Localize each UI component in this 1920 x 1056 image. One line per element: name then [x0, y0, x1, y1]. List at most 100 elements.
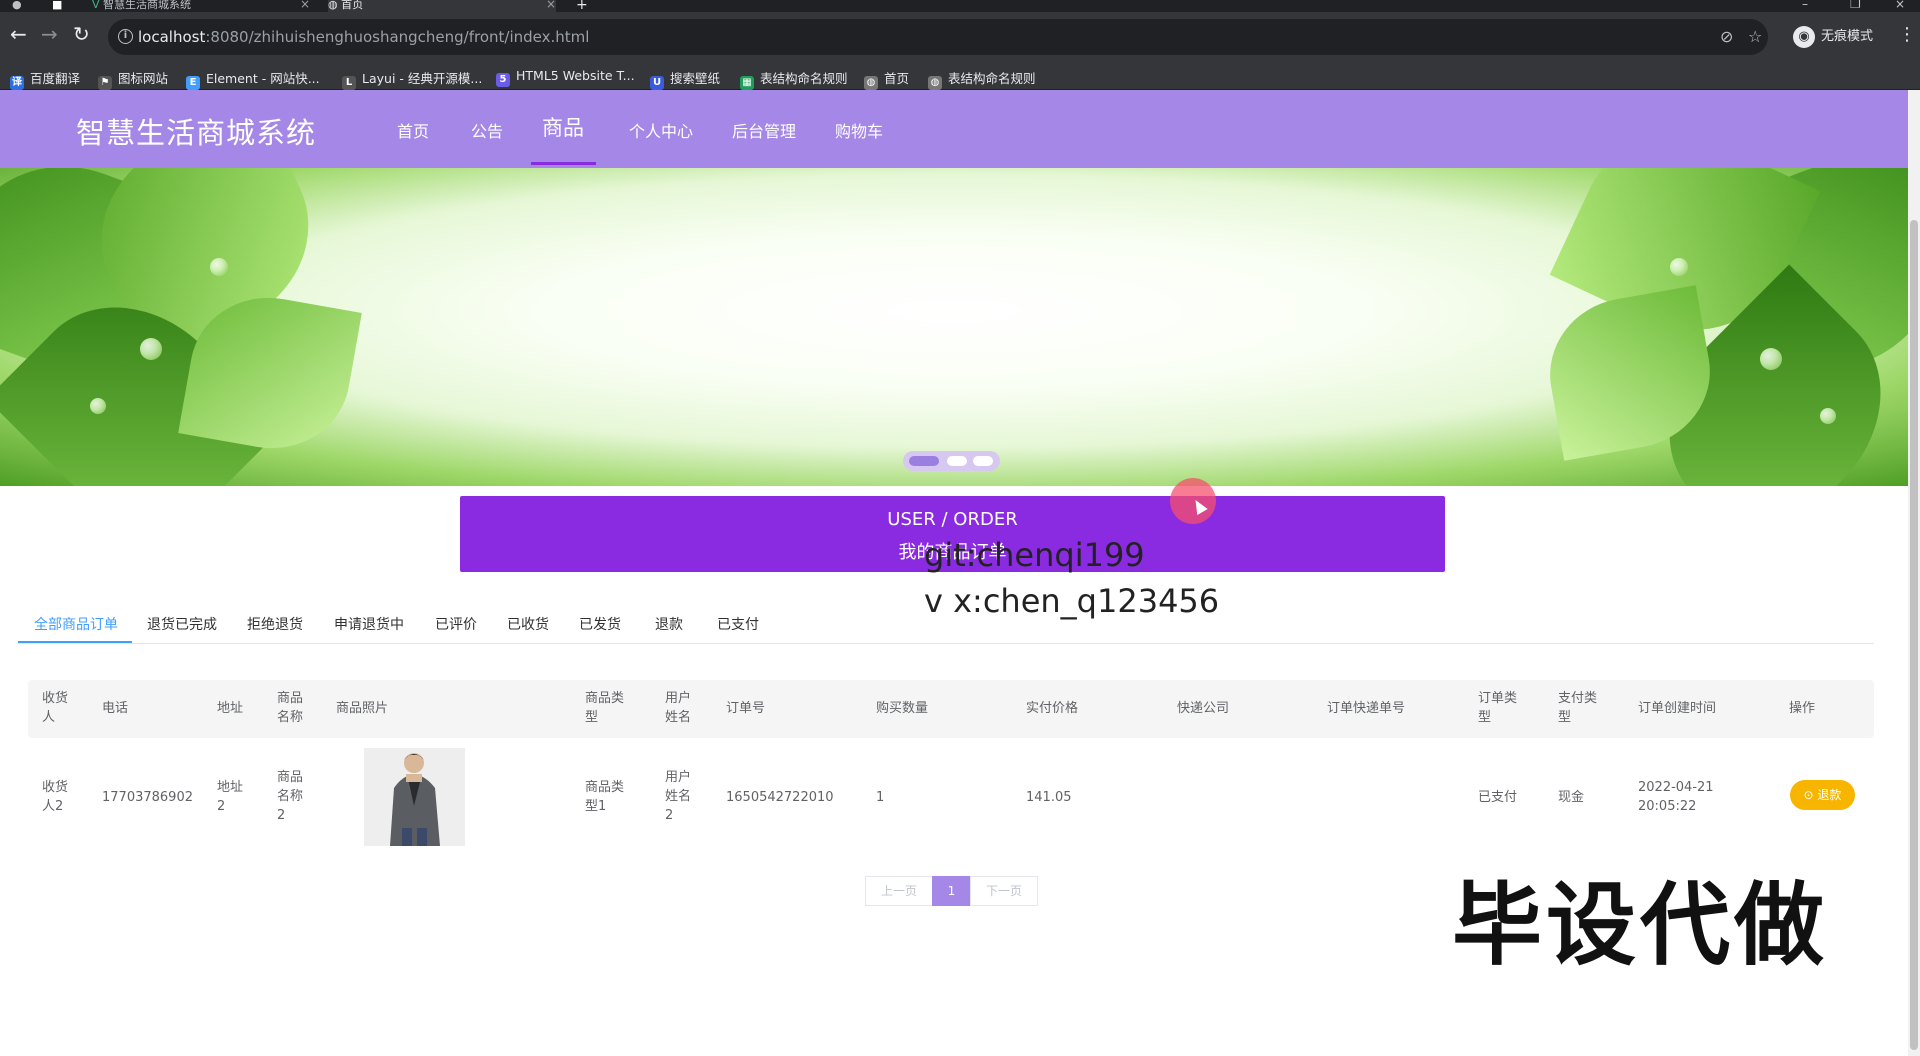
incognito-label: 无痕模式 — [1821, 29, 1874, 44]
maximize-icon[interactable]: ❐ — [1850, 0, 1861, 11]
tab-all-orders[interactable]: 全部商品订单 — [34, 614, 118, 634]
nav-user-center[interactable]: 个人中心 — [629, 118, 693, 142]
window-close-icon[interactable]: × — [1895, 0, 1905, 11]
column-header: 用户姓名 — [665, 691, 692, 725]
cell-quantity: 1 — [876, 790, 885, 805]
bookmark-item[interactable]: U 搜索壁纸 — [650, 68, 720, 90]
hero-carousel[interactable] — [0, 168, 1908, 486]
bookmark-label: 百度翻译 — [30, 71, 81, 86]
globe-icon: ◍ — [864, 76, 878, 90]
browser-tab-title: 首页 — [341, 0, 364, 11]
refund-button[interactable]: ⊙ 退款 — [1790, 780, 1855, 810]
next-page-button[interactable]: 下一页 — [970, 876, 1038, 906]
browser-tab-2[interactable]: ◍ 首页 × — [328, 0, 556, 12]
bookmark-item[interactable]: L Layui - 经典开源模... — [342, 68, 482, 90]
column-header: 订单快递单号 — [1327, 701, 1406, 716]
sheet-icon: ▦ — [740, 76, 754, 90]
info-icon[interactable]: i — [118, 29, 133, 44]
forward-icon[interactable]: → — [41, 24, 58, 44]
column-header: 支付类型 — [1558, 691, 1598, 725]
bookmark-label: 图标网站 — [118, 71, 169, 86]
url-text: localhost:8080/zhihuishenghuoshangcheng/… — [138, 28, 589, 46]
prev-page-button[interactable]: 上一页 — [865, 876, 933, 906]
carousel-dot-2[interactable] — [947, 456, 967, 466]
reload-icon[interactable]: ↻ — [73, 24, 90, 44]
watermark-text: 毕设代做 — [1452, 873, 1828, 978]
bookmarks-bar: 译百度翻译 ⚑ 图标网站 E Element - 网站快... L Layui - 经… — [0, 64, 1920, 90]
tab-return-completed[interactable]: 退货已完成 — [147, 614, 217, 634]
refund-icon: ⊙ — [1803, 788, 1818, 802]
product-photo[interactable] — [364, 748, 465, 846]
translate-icon: 译 — [10, 76, 24, 90]
column-header: 快递公司 — [1177, 701, 1230, 716]
tab-reviewed[interactable]: 已评价 — [435, 614, 477, 634]
menu-icon[interactable]: ⋮ — [1898, 24, 1916, 45]
browser-app-icon: ● — [12, 0, 22, 11]
back-icon[interactable]: ← — [10, 24, 27, 44]
column-header: 实付价格 — [1026, 701, 1079, 716]
nav-home[interactable]: 首页 — [397, 118, 429, 142]
column-header: 购买数量 — [876, 701, 929, 716]
column-header: 商品名称 — [277, 691, 304, 725]
bookmark-item[interactable]: ◍ 首页 — [864, 68, 909, 90]
wallpaper-icon: U — [650, 76, 664, 90]
minimize-icon[interactable]: – — [1802, 0, 1808, 11]
git-overlay-text: git:chenqi199 — [924, 536, 1145, 574]
nav-notice[interactable]: 公告 — [471, 118, 503, 142]
leaves-right — [1520, 168, 1908, 486]
tab-return-requested[interactable]: 申请退货中 — [334, 614, 404, 634]
cell-product-type: 商品类型1 — [585, 780, 625, 814]
star-icon[interactable]: ☆ — [1748, 27, 1762, 46]
bookmark-label: 表结构命名规则 — [948, 71, 1036, 86]
carousel-dot-3[interactable] — [973, 456, 993, 466]
browser-tab-1[interactable]: V 智慧生活商城系统 × — [92, 0, 310, 12]
nav-active-indicator — [531, 162, 596, 165]
nav-cart[interactable]: 购物车 — [835, 118, 883, 142]
tab-return-rejected[interactable]: 拒绝退货 — [247, 614, 303, 634]
element-icon: E — [186, 76, 200, 90]
cell-order-no: 1650542722010 — [726, 790, 834, 805]
cell-paid-price: 141.05 — [1026, 790, 1072, 805]
tab-active-indicator — [18, 641, 132, 643]
globe-icon: ◍ — [328, 0, 338, 11]
tab-shipped[interactable]: 已发货 — [579, 614, 621, 634]
cell-product-name: 商品名称2 — [277, 770, 304, 823]
bookmark-label: 表结构命名规则 — [760, 71, 848, 86]
carousel-dot-1[interactable] — [909, 456, 939, 466]
column-header: 订单创建时间 — [1638, 701, 1717, 716]
column-header: 操作 — [1789, 701, 1816, 716]
close-icon[interactable]: × — [300, 0, 310, 10]
bookmark-item[interactable]: ⚑ 图标网站 — [98, 68, 168, 90]
tab-paid[interactable]: 已支付 — [717, 614, 759, 634]
leaves-left — [0, 168, 380, 486]
bookmark-item[interactable]: ▦ 表结构命名规则 — [740, 68, 848, 90]
nav-admin[interactable]: 后台管理 — [732, 118, 796, 142]
tab-refund[interactable]: 退款 — [655, 614, 683, 634]
carousel-indicators — [903, 451, 1000, 471]
product-image — [364, 748, 465, 846]
bookmark-label: Element - 网站快... — [206, 71, 320, 86]
address-bar[interactable]: i localhost:8080/zhihuishenghuoshangchen… — [108, 19, 1768, 55]
tab-search-icon[interactable]: ■ — [52, 0, 66, 12]
scrollbar-thumb[interactable] — [1910, 220, 1918, 1050]
bookmark-item[interactable]: ◍ 表结构命名规则 — [928, 68, 1036, 90]
page-number-button[interactable]: 1 — [932, 876, 971, 906]
site-brand[interactable]: 智慧生活商城系统 — [76, 110, 316, 152]
new-tab-button[interactable]: + — [576, 0, 588, 12]
cell-phone: 17703786902 — [102, 790, 193, 805]
bookmark-item[interactable]: E Element - 网站快... — [186, 68, 320, 90]
vue-icon: V — [92, 0, 100, 11]
bookmark-item[interactable]: 译百度翻译 — [10, 68, 80, 90]
eye-off-icon[interactable]: ⊘ — [1720, 27, 1733, 46]
refund-button-label: 退款 — [1817, 788, 1842, 802]
tab-received[interactable]: 已收货 — [507, 614, 549, 634]
bookmark-item[interactable]: 5 HTML5 Website T... — [496, 68, 635, 87]
close-icon[interactable]: × — [546, 0, 556, 10]
incognito-indicator[interactable]: ◉ 无痕模式 — [1793, 25, 1873, 51]
globe-icon: ◍ — [928, 76, 942, 90]
flag-icon: ⚑ — [98, 76, 112, 90]
cell-created-time: 20:05:22 — [1638, 799, 1697, 814]
nav-products[interactable]: 商品 — [542, 112, 584, 142]
column-header: 收货人 — [42, 691, 69, 725]
column-header: 地址 — [217, 701, 244, 716]
